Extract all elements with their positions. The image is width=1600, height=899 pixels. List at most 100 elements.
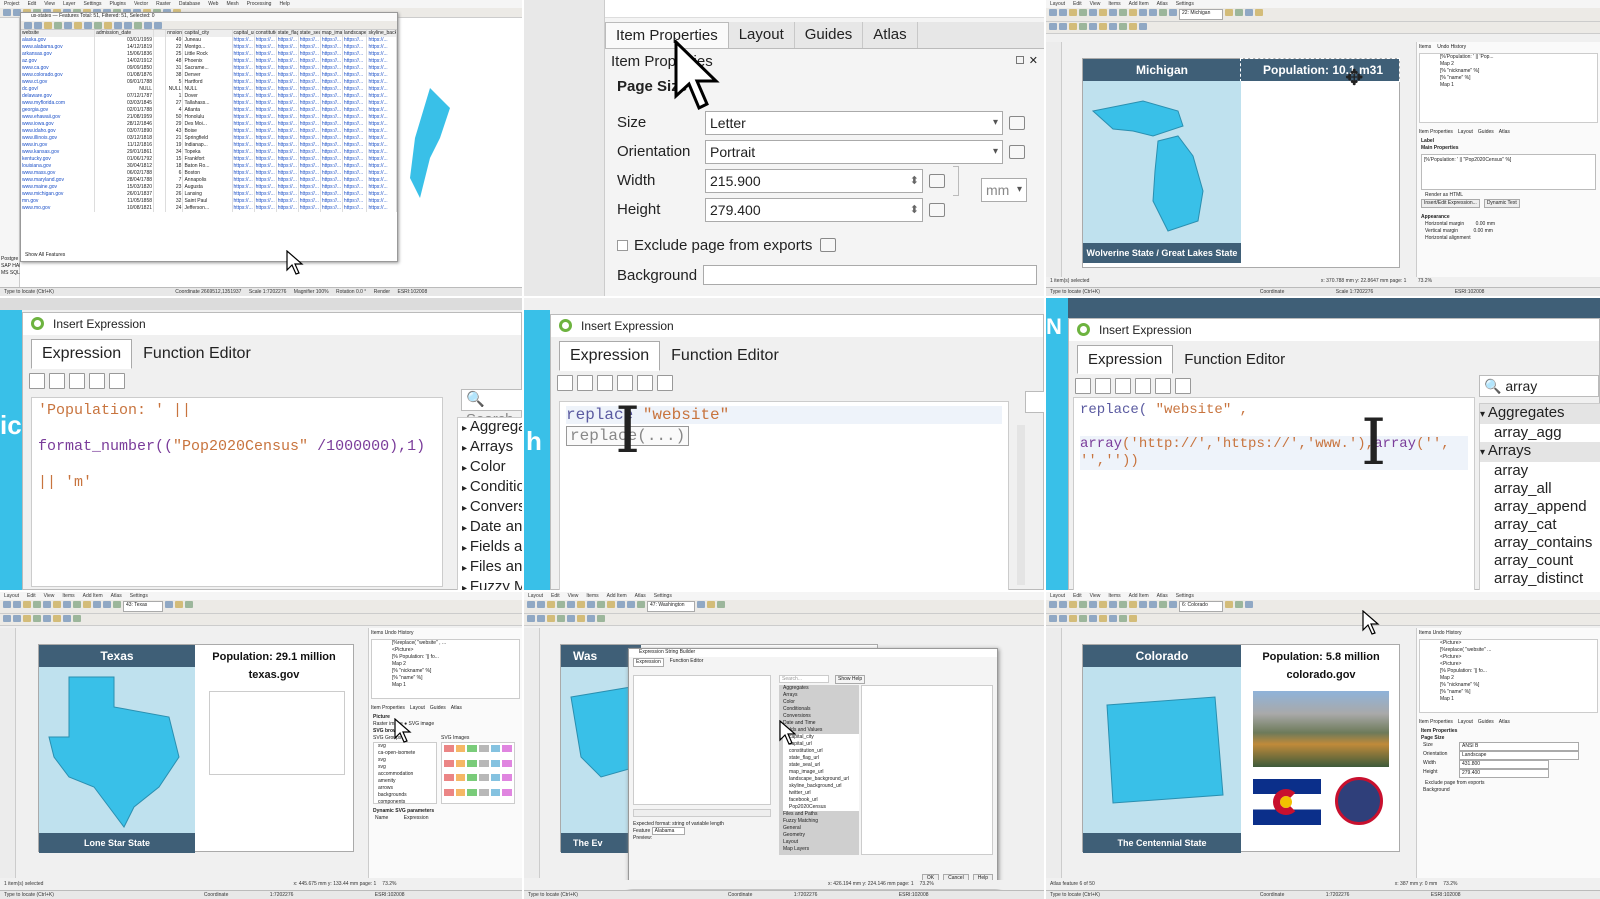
tree-item[interactable]: Fuzzy Matching (783, 818, 859, 825)
url-cell[interactable]: https://... (232, 163, 255, 170)
url-cell[interactable]: https://... (366, 86, 397, 93)
rotation-value[interactable]: 0.0 ° (356, 289, 366, 295)
menu-item[interactable]: View (44, 592, 55, 600)
url-cell[interactable]: https://... (254, 93, 277, 100)
url-cell[interactable]: https://... (254, 79, 277, 86)
toolbar-icon[interactable] (73, 615, 81, 622)
items-list[interactable]: [%replace( "website" , ... <Picture> [% Po… (371, 639, 520, 699)
svg-group-item[interactable]: svg (378, 764, 436, 771)
url-cell[interactable]: https://... (320, 44, 343, 51)
toolbar-icon[interactable] (124, 22, 132, 29)
expand-arrow-icon[interactable]: ▸ (462, 523, 470, 534)
map-frame[interactable] (1083, 81, 1241, 243)
menu-item[interactable]: Edit (28, 0, 37, 8)
toolbar-icon[interactable] (527, 615, 535, 622)
toolbar-icon[interactable] (537, 615, 545, 622)
url-cell[interactable]: https://... (276, 149, 299, 156)
toolbar-icon[interactable] (1099, 9, 1107, 16)
svg-thumbnail[interactable] (502, 759, 512, 767)
dynamic-text-button[interactable]: Dynamic Text (1483, 199, 1520, 208)
data-defined-override-icon[interactable] (1009, 115, 1025, 130)
dock-float-icon[interactable] (1016, 56, 1024, 64)
locate-field[interactable]: Type to locate (Ctrl+K) (528, 892, 578, 898)
height-spinbox[interactable]: 279.400 (705, 197, 923, 222)
toolbar-icon[interactable] (577, 615, 585, 622)
url-cell[interactable]: https://... (276, 44, 299, 51)
menu-item[interactable]: View (568, 592, 579, 600)
toolbar-icon[interactable] (1225, 601, 1233, 608)
nickname-footer[interactable]: The Centennial State (1083, 833, 1241, 853)
table-cell[interactable]: 24 (165, 205, 184, 212)
url-cell[interactable]: https://... (366, 128, 397, 135)
column-header[interactable]: landscape (342, 30, 368, 37)
function-group[interactable]: ▸ Arrays (462, 438, 522, 458)
toolbar-icon[interactable] (1109, 615, 1117, 622)
table-row[interactable]: www.colorado.gov 01/08/1876 38 Denver https:… (21, 72, 397, 79)
url-cell[interactable]: https://... (254, 177, 277, 184)
toolbar-icon[interactable] (1099, 23, 1107, 30)
url-cell[interactable]: https://... (320, 79, 343, 86)
url-cell[interactable]: https://... (366, 100, 397, 107)
table-cell[interactable]: 21 (165, 135, 184, 142)
table-cell[interactable] (153, 100, 167, 107)
url-cell[interactable]: https://... (298, 198, 321, 205)
svg-thumbnail[interactable] (444, 788, 454, 796)
toolbar-icon[interactable] (175, 601, 183, 608)
items-tab[interactable]: Items (1419, 630, 1431, 636)
zoom-level[interactable]: 73.2% (382, 881, 396, 887)
table-cell[interactable]: Jefferson... (182, 205, 233, 212)
toolbar-icon[interactable] (1059, 601, 1067, 608)
function-item[interactable]: array_count (1480, 552, 1600, 570)
function-group[interactable]: ▾ Arrays (1480, 442, 1600, 462)
copy-icon[interactable] (617, 375, 633, 391)
table-cell[interactable]: 28/04/1788 (94, 177, 155, 184)
menu-item[interactable]: Project (4, 0, 20, 8)
toolbar-icon[interactable] (1169, 601, 1177, 608)
table-row[interactable]: dc.gov/NULL NULL NULL https://... https://..… (21, 86, 397, 93)
table-cell[interactable] (153, 205, 167, 212)
menu-item[interactable]: Settings (130, 592, 148, 600)
new-file-icon[interactable] (29, 373, 45, 389)
column-header[interactable]: website (21, 30, 96, 37)
table-row[interactable]: az.gov 14/02/1912 48 Phoenix https://... http… (21, 58, 397, 65)
toolbar-icon[interactable] (24, 22, 32, 29)
url-cell[interactable]: https://... (366, 79, 397, 86)
exclude-checkbox[interactable]: Exclude page from exports (1417, 780, 1600, 787)
svg-thumbnail[interactable] (455, 759, 466, 767)
list-item[interactable]: Map 1 (1440, 82, 1597, 89)
picture-frame[interactable] (209, 691, 345, 775)
toolbar-icon[interactable] (577, 601, 585, 608)
url-cell[interactable]: https://... (320, 142, 343, 149)
props-tab[interactable]: Atlas (451, 705, 462, 712)
table-cell[interactable]: www.colorado.gov (21, 72, 96, 79)
list-item[interactable]: Map 2 (392, 661, 519, 668)
tree-item[interactable]: General (783, 825, 859, 832)
url-cell[interactable]: https://... (342, 135, 368, 142)
toolbar-icon[interactable] (1129, 615, 1137, 622)
props-tab[interactable]: Item Properties (1419, 719, 1453, 726)
menu-item[interactable]: Layer (63, 0, 76, 8)
list-item[interactable]: Map 2 (1440, 61, 1597, 68)
collapse-arrow-icon[interactable]: ▾ (1480, 447, 1488, 458)
table-cell[interactable]: 01/06/1792 (94, 156, 155, 163)
svg-thumbnail[interactable] (490, 745, 501, 752)
table-cell[interactable]: 34 (165, 149, 184, 156)
toolbar-icon[interactable] (1049, 601, 1057, 608)
toolbar-icon[interactable] (637, 601, 645, 608)
menu-item[interactable]: Settings (83, 0, 101, 8)
url-cell[interactable]: https://... (366, 51, 397, 58)
height-spinbox[interactable]: 279.400 (1459, 769, 1549, 778)
url-cell[interactable]: https://... (342, 142, 368, 149)
data-defined-override-icon[interactable] (929, 173, 945, 188)
table-cell[interactable]: Tallahass... (182, 100, 233, 107)
menu-item[interactable]: Edit (1073, 592, 1082, 600)
table-cell[interactable]: 02/01/1788 (94, 107, 155, 114)
toolbar-icon[interactable] (1109, 23, 1117, 30)
table-row[interactable]: www.ehawaii.gov 21/08/1959 50 Honolulu https… (21, 114, 397, 121)
table-row[interactable]: mn.gov 11/05/1858 32 Saint Paul https://... h… (21, 198, 397, 205)
menu-item[interactable]: Layout (528, 592, 543, 600)
toolbar-icon[interactable] (144, 22, 152, 29)
url-cell[interactable]: https://... (298, 177, 321, 184)
show-help-button[interactable]: Show Help (835, 675, 866, 684)
toolbar-icon[interactable] (3, 601, 11, 608)
